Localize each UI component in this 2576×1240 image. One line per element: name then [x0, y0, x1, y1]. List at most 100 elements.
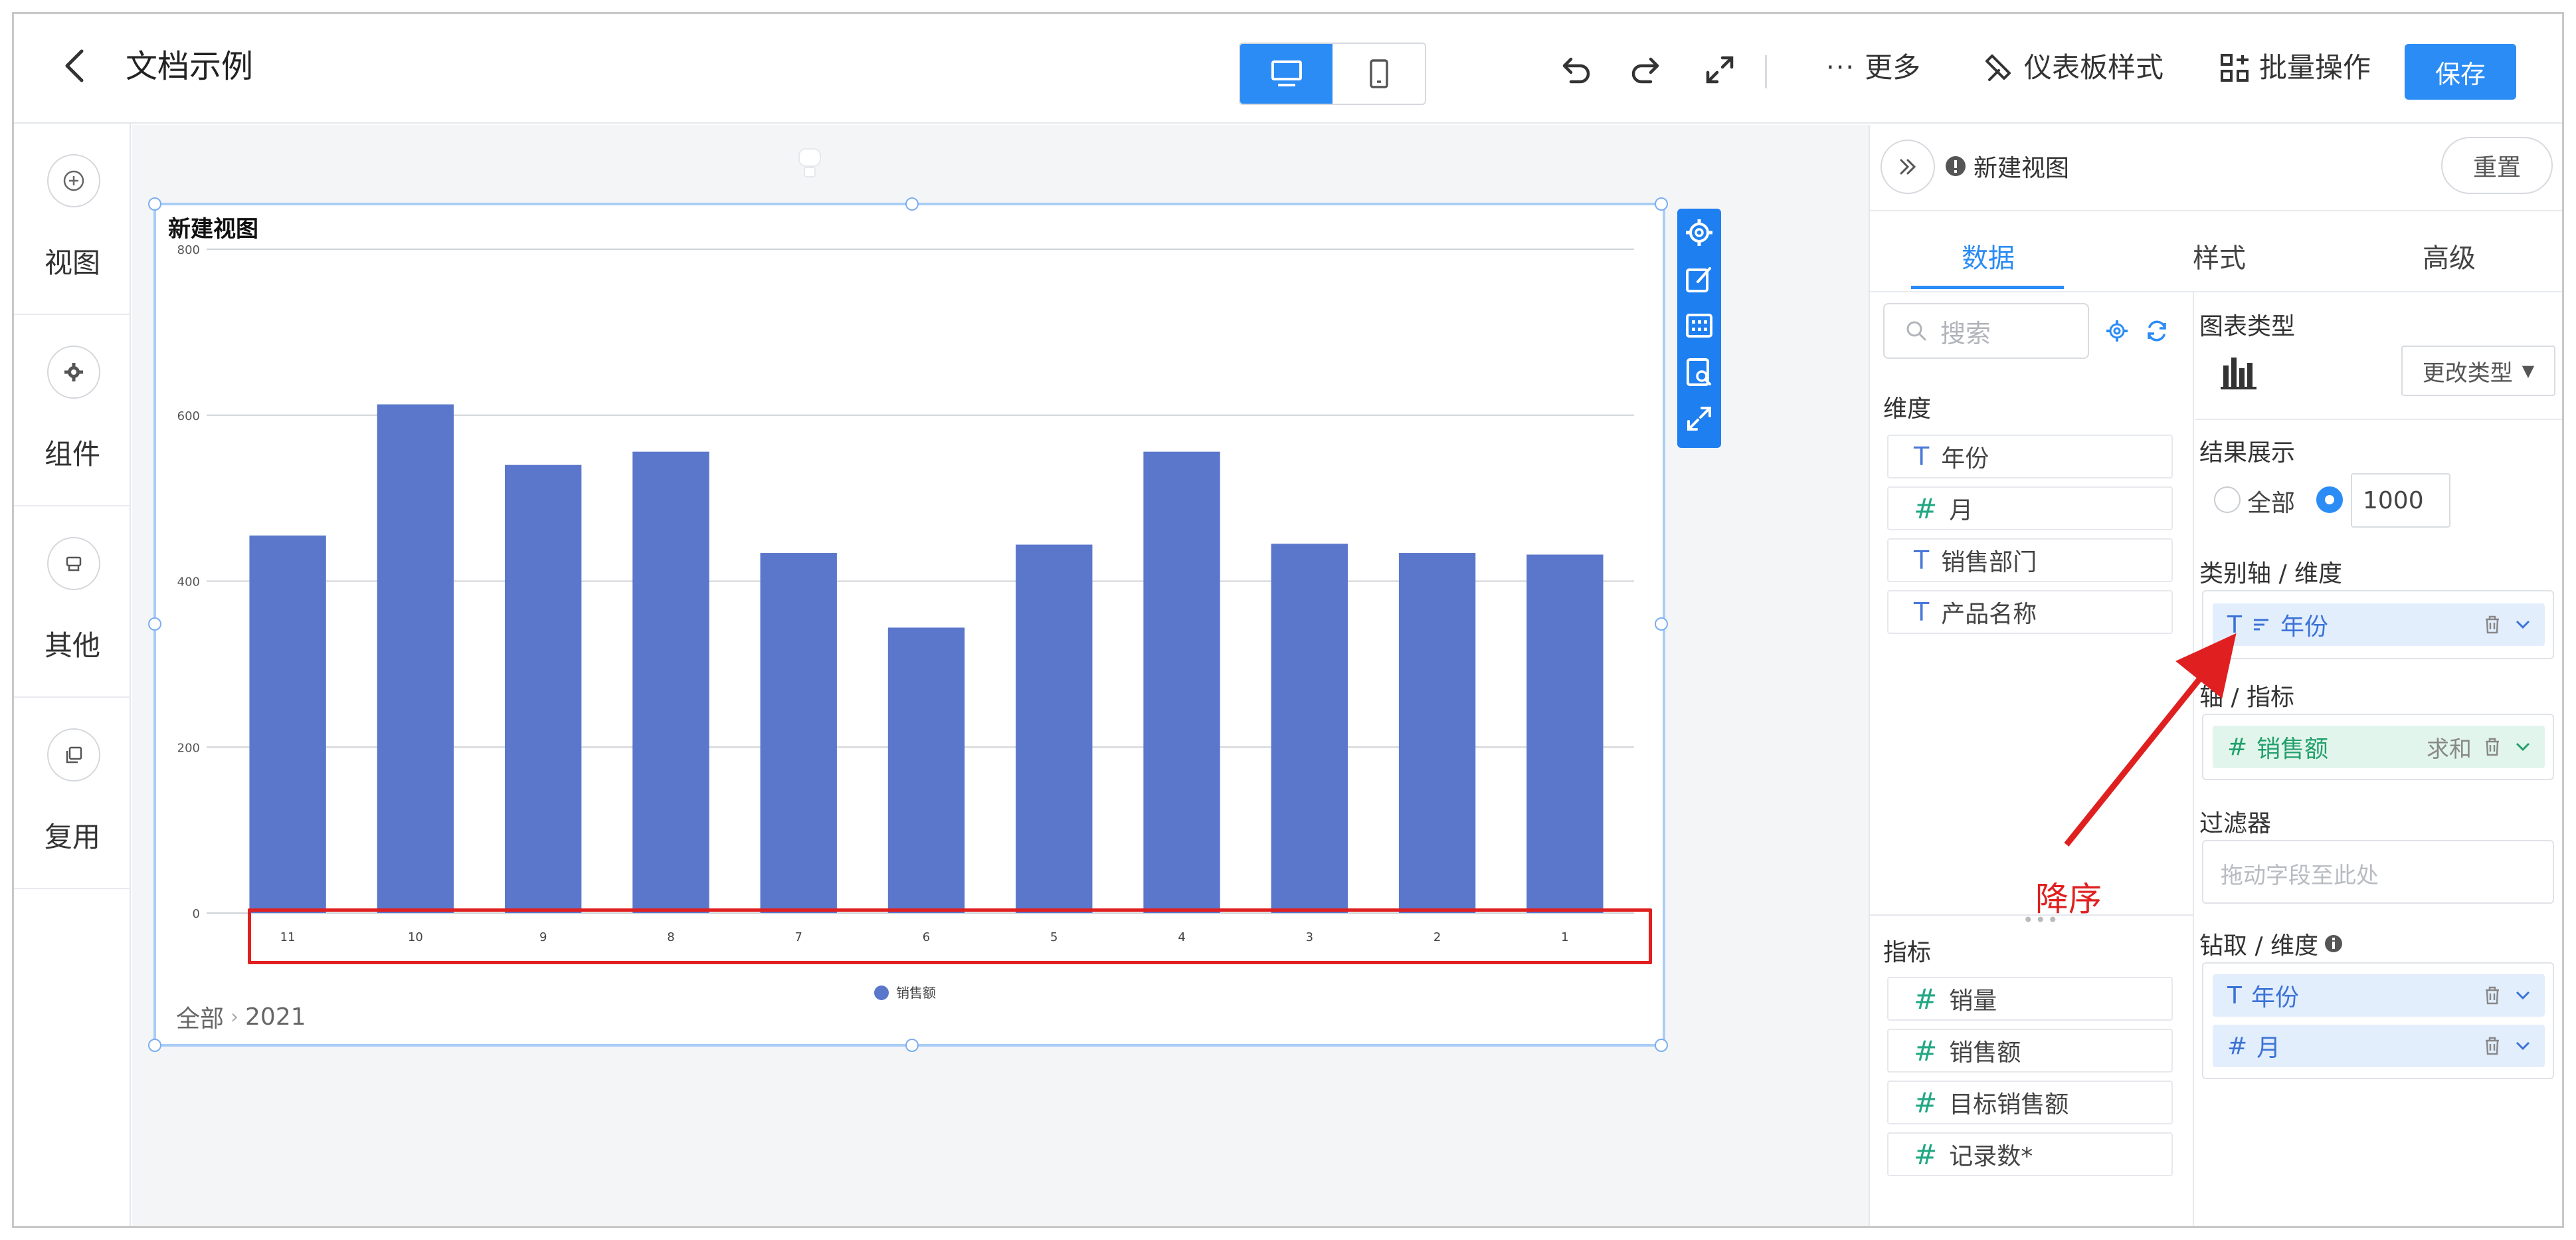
- bar: [1143, 451, 1220, 913]
- aggregation-label[interactable]: 求和: [2427, 731, 2472, 764]
- resize-handle[interactable]: [1655, 617, 1668, 631]
- result-all-label: 全部: [2247, 490, 2296, 517]
- breadcrumb-root[interactable]: 全部: [176, 999, 224, 1034]
- change-chart-type-dropdown[interactable]: 更改类型 ▼: [2401, 346, 2555, 396]
- caret-down-icon: ▼: [2522, 362, 2535, 380]
- edit-icon[interactable]: [1683, 263, 1715, 295]
- text-type-icon: T: [2227, 611, 2242, 639]
- save-button[interactable]: 保存: [2405, 44, 2516, 100]
- bar: [1526, 554, 1604, 913]
- dashboard-style-button[interactable]: 仪表板样式: [1983, 46, 2163, 90]
- box-icon: [47, 537, 100, 590]
- chevron-down-icon[interactable]: [2513, 985, 2533, 1005]
- resize-handle[interactable]: [148, 1039, 161, 1052]
- chevron-down-icon[interactable]: [2513, 737, 2533, 757]
- view-data-icon[interactable]: [1683, 356, 1715, 388]
- drag-handle-icon[interactable]: [795, 145, 824, 185]
- undo-icon[interactable]: [1556, 51, 1594, 88]
- drill-title-label: 钻取 / 维度: [2199, 932, 2319, 960]
- mobile-view-button[interactable]: [1333, 44, 1425, 104]
- data-grid-icon[interactable]: [1683, 310, 1715, 342]
- chevron-down-icon[interactable]: [2513, 1036, 2533, 1056]
- desktop-view-button[interactable]: [1240, 44, 1333, 104]
- reset-button[interactable]: 重置: [2441, 137, 2553, 194]
- trash-icon[interactable]: [2482, 736, 2502, 758]
- dimension-field-month[interactable]: # 月: [1887, 486, 2173, 530]
- sidebar-item-label: 其他: [44, 629, 100, 662]
- fullscreen-icon[interactable]: [1701, 51, 1738, 88]
- tab-style[interactable]: 样式: [2193, 237, 2246, 275]
- resize-handle[interactable]: [1655, 197, 1668, 211]
- result-limit-radio[interactable]: [2316, 486, 2343, 513]
- x-tick-label: 2: [1433, 930, 1441, 944]
- value-axis-field-sales[interactable]: # 销售额 求和: [2213, 726, 2545, 768]
- category-axis-dropzone[interactable]: T 年份: [2202, 590, 2554, 659]
- back-arrow-icon[interactable]: [55, 46, 95, 86]
- dimensions-title: 维度: [1883, 395, 1932, 423]
- field-settings-gear-icon[interactable]: [2104, 318, 2130, 347]
- sidebar-item-other[interactable]: 其他: [14, 506, 131, 698]
- number-type-icon: #: [1914, 1034, 1938, 1067]
- info-icon[interactable]: [2324, 934, 2344, 954]
- sidebar-item-component[interactable]: 组件: [14, 315, 131, 506]
- resize-handle[interactable]: [905, 1039, 919, 1052]
- result-limit-input[interactable]: 1000: [2351, 473, 2450, 528]
- field-search-input[interactable]: 搜索: [1883, 303, 2089, 359]
- category-axis-field-year[interactable]: T 年份: [2213, 603, 2545, 646]
- chevron-down-icon[interactable]: [2513, 615, 2533, 635]
- bar: [1271, 544, 1348, 913]
- settings-gear-icon[interactable]: [1683, 217, 1715, 249]
- collapse-panel-button[interactable]: [1881, 140, 1935, 194]
- y-tick-label: 600: [177, 409, 200, 423]
- expand-icon[interactable]: [1683, 403, 1715, 435]
- trash-icon[interactable]: [2482, 1035, 2502, 1057]
- trash-icon[interactable]: [2482, 985, 2502, 1006]
- drill-field-month[interactable]: # 月: [2213, 1025, 2545, 1067]
- field-label: 记录数*: [1949, 1143, 2033, 1170]
- resize-handle[interactable]: [1655, 1039, 1668, 1052]
- dimension-field-year[interactable]: T 年份: [1887, 435, 2173, 478]
- search-placeholder: 搜索: [1940, 318, 1991, 348]
- measure-field-quantity[interactable]: # 销量: [1887, 977, 2173, 1021]
- batch-operation-button[interactable]: 批量操作: [2219, 46, 2371, 90]
- filter-dropzone[interactable]: 拖动字段至此处: [2202, 840, 2554, 904]
- sidebar-item-reuse[interactable]: 复用: [14, 698, 131, 889]
- measure-field-sales[interactable]: # 销售额: [1887, 1029, 2173, 1073]
- bar: [505, 465, 582, 913]
- resize-handle[interactable]: [905, 197, 919, 211]
- trash-icon[interactable]: [2482, 614, 2502, 635]
- more-menu-button[interactable]: ··· 更多: [1826, 46, 1920, 90]
- sidebar-item-view[interactable]: 视图: [14, 124, 131, 315]
- bar-chart-type-icon[interactable]: [2218, 354, 2259, 395]
- chart-widget[interactable]: 0 200 400 600 800 11 10 9 8 7 6 5 4 3 2 1 销售额 新建视图 全部 › …: [148, 197, 1668, 1052]
- resize-handle[interactable]: [148, 617, 161, 631]
- drill-field-year[interactable]: T 年份: [2213, 974, 2545, 1017]
- number-type-icon: #: [2227, 733, 2248, 761]
- measure-field-record-count[interactable]: # 记录数*: [1887, 1132, 2173, 1176]
- dimension-field-department[interactable]: T 销售部门: [1887, 538, 2173, 582]
- redo-icon[interactable]: [1628, 51, 1665, 88]
- drill-title: 钻取 / 维度: [2199, 926, 2344, 961]
- field-label: 年份: [1941, 445, 1989, 472]
- number-type-icon: #: [1914, 1086, 1938, 1119]
- x-tick-label: 11: [280, 930, 296, 944]
- result-all-radio[interactable]: [2214, 486, 2241, 513]
- grid-batch-icon: [2221, 54, 2249, 82]
- tab-data[interactable]: 数据: [1962, 237, 2015, 275]
- text-type-icon: T: [1914, 597, 1930, 627]
- tab-advanced[interactable]: 高级: [2423, 237, 2476, 275]
- field-label: 年份: [2280, 613, 2329, 641]
- resize-handle[interactable]: [148, 197, 161, 211]
- value-axis-dropzone[interactable]: # 销售额 求和: [2202, 714, 2554, 780]
- dimension-field-product[interactable]: T 产品名称: [1887, 590, 2173, 634]
- drill-dropzone[interactable]: T 年份 # 月: [2202, 962, 2554, 1079]
- double-chevron-right-icon: [1900, 159, 1916, 175]
- warning-icon: [1946, 156, 1966, 176]
- field-label: 销量: [1949, 987, 1997, 1015]
- value-axis-title: 轴 / 指标: [2199, 684, 2295, 711]
- measure-field-target-sales[interactable]: # 目标销售额: [1887, 1081, 2173, 1124]
- toolbar-separator: [1765, 55, 1767, 88]
- x-tick-label: 6: [923, 930, 930, 944]
- panel-splitter[interactable]: •••: [1870, 909, 2194, 931]
- refresh-icon[interactable]: [2144, 318, 2170, 347]
